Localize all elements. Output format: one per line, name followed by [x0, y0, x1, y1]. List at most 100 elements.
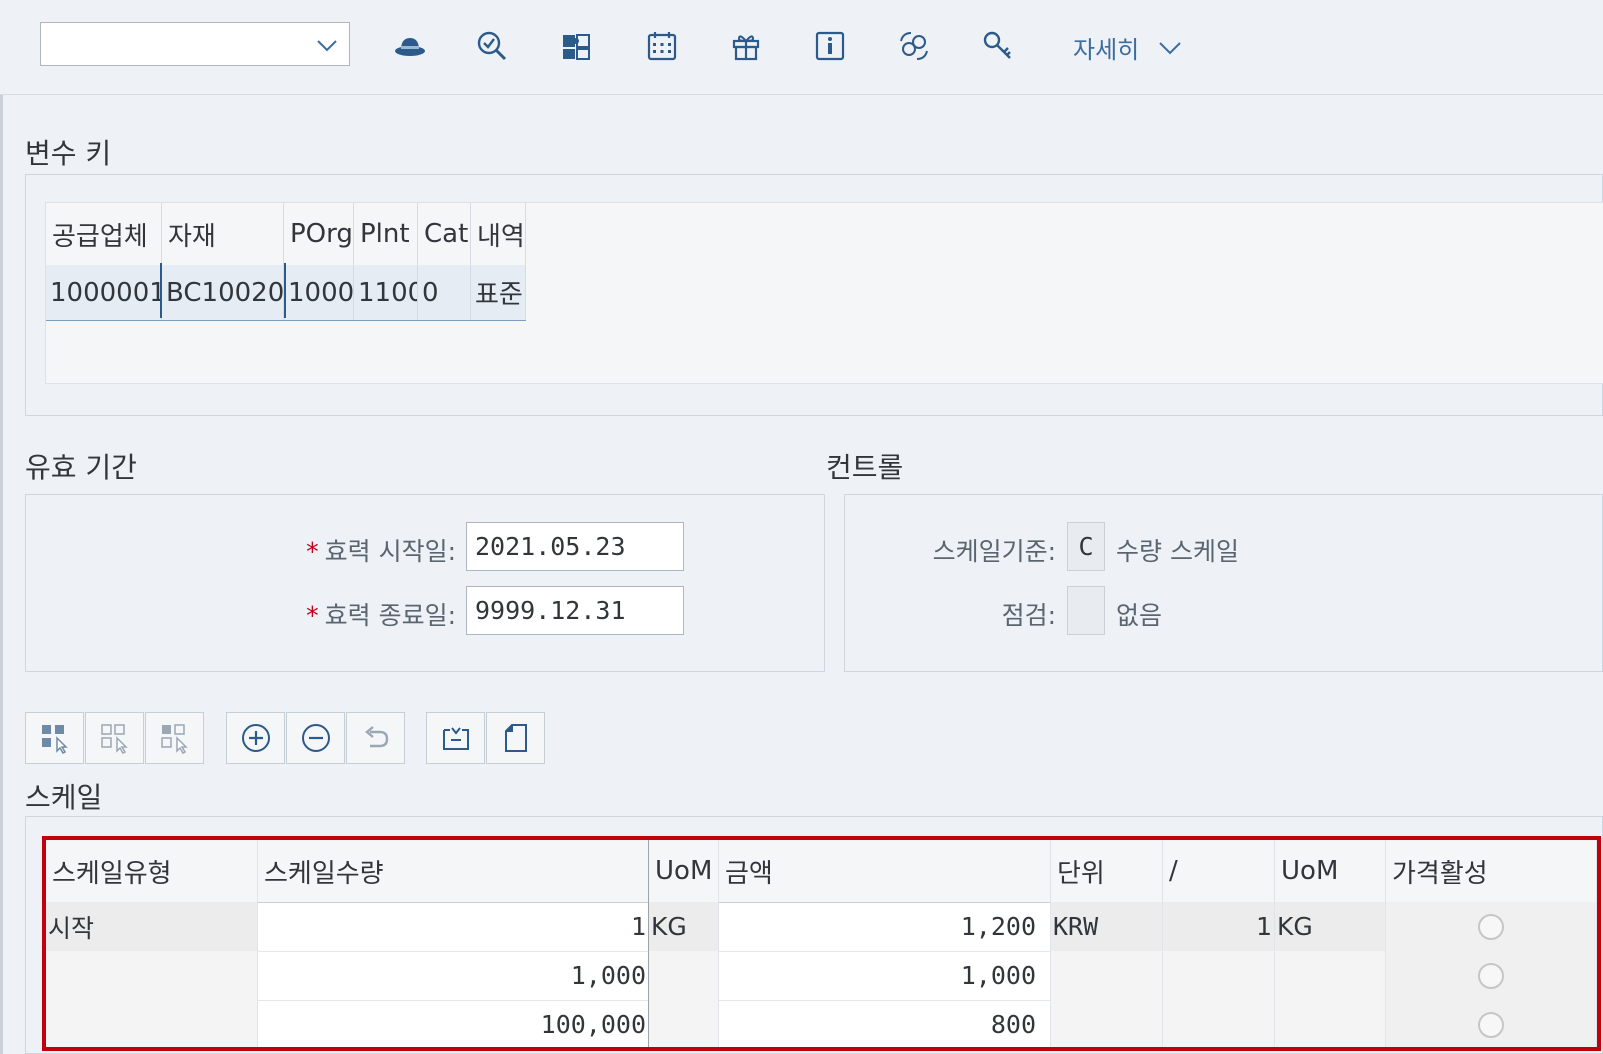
cell-scale-type[interactable]	[46, 1000, 258, 1047]
section-title-variable-key: 변수 키	[25, 137, 112, 170]
cell-scale-qty[interactable]: 100,000	[258, 1000, 649, 1047]
undo-icon	[364, 726, 388, 748]
check-label: 점검:	[1001, 601, 1056, 630]
control-panel	[844, 494, 1603, 672]
cell-per[interactable]: 1	[1163, 902, 1275, 951]
cell-uom[interactable]	[649, 1000, 719, 1047]
cell-description[interactable]: 표준	[471, 265, 526, 320]
select-all-button[interactable]	[25, 712, 84, 764]
column-header[interactable]: /	[1163, 840, 1275, 902]
price-active-radio[interactable]	[1478, 962, 1504, 989]
cell-uom[interactable]: KG	[649, 902, 719, 951]
delete-row-button[interactable]	[286, 712, 345, 764]
cell-vendor[interactable]: 1000001	[46, 265, 162, 320]
toolbar: 자세히	[0, 0, 1603, 95]
column-header[interactable]: Cat	[418, 203, 471, 265]
column-header[interactable]: 자재	[162, 203, 284, 265]
cell-amount[interactable]: 1,200	[719, 902, 1051, 951]
document-button[interactable]	[486, 712, 545, 764]
start-date-label: * 효력 시작일:	[200, 532, 456, 568]
cell-per[interactable]	[1163, 951, 1275, 1000]
info-icon[interactable]	[810, 26, 850, 66]
cell-price-active	[1386, 1000, 1597, 1047]
cell-price-active	[1386, 951, 1597, 1000]
add-row-button[interactable]	[226, 712, 285, 764]
select-block-button[interactable]	[145, 712, 204, 764]
column-header[interactable]: 스케일유형	[46, 840, 258, 902]
table-row[interactable]: 시작 1 KG 1,200 KRW 1 KG	[46, 902, 1597, 952]
cell-scale-qty[interactable]: 1	[258, 902, 649, 951]
select-block-icon	[160, 724, 188, 754]
check-field	[1067, 586, 1105, 635]
column-header[interactable]: Plnt	[354, 203, 418, 265]
gift-icon[interactable]	[726, 26, 766, 66]
required-marker: *	[306, 601, 319, 630]
left-border	[0, 0, 3, 1054]
check-search-icon[interactable]	[472, 26, 512, 66]
price-active-radio[interactable]	[1478, 1011, 1504, 1038]
cell-porg[interactable]: 1000	[284, 265, 354, 320]
section-title-scale: 스케일	[25, 781, 103, 814]
cell-price-active	[1386, 902, 1597, 951]
cell-scale-type[interactable]: 시작	[46, 902, 258, 951]
table-header: 공급업체 자재 POrg Plnt Cat 내역	[46, 203, 526, 266]
column-header[interactable]: 단위	[1051, 840, 1163, 902]
cell-amount[interactable]: 1,000	[719, 951, 1051, 1000]
cell-per[interactable]	[1163, 1000, 1275, 1047]
end-date-label-text: 효력 종료일:	[324, 601, 456, 630]
cell-uom2[interactable]: KG	[1275, 902, 1386, 951]
calendar-icon[interactable]	[642, 26, 682, 66]
table-row[interactable]: 100,000 800	[46, 1000, 1597, 1047]
document-icon	[504, 724, 527, 752]
cell-unit[interactable]	[1051, 951, 1163, 1000]
section-title-control: 컨트롤	[826, 451, 904, 484]
variable-key-table: 공급업체 자재 POrg Plnt Cat 내역 1000001 BC10020…	[45, 202, 1603, 384]
end-date-label: * 효력 종료일:	[200, 596, 456, 632]
start-date-label-text: 효력 시작일:	[324, 537, 456, 566]
cell-unit[interactable]	[1051, 1000, 1163, 1047]
cell-focus-frame	[160, 263, 286, 318]
cell-uom[interactable]	[649, 951, 719, 1000]
cell-uom2[interactable]	[1275, 951, 1386, 1000]
cell-unit[interactable]: KRW	[1051, 902, 1163, 951]
key-icon[interactable]	[978, 26, 1018, 66]
cell-amount[interactable]: 800	[719, 1000, 1051, 1047]
cell-scale-type[interactable]	[46, 951, 258, 1000]
cell-scale-qty[interactable]: 1,000	[258, 951, 649, 1000]
cell-plant[interactable]: 1100	[354, 265, 418, 320]
scale-basis-field: C	[1067, 522, 1105, 571]
start-date-field[interactable]: 2021.05.23	[466, 522, 684, 571]
price-active-radio[interactable]	[1478, 913, 1504, 940]
deselect-all-button[interactable]	[85, 712, 144, 764]
column-header[interactable]: POrg	[284, 203, 354, 265]
cell-category[interactable]: 0	[418, 265, 471, 320]
column-header[interactable]: UoM	[1275, 840, 1386, 902]
variant-dropdown[interactable]	[40, 22, 350, 66]
column-header[interactable]: 가격활성	[1386, 840, 1597, 902]
cell-uom2[interactable]	[1275, 1000, 1386, 1047]
table-row[interactable]: 1000001 BC10020 1000 1100 0 표준	[46, 265, 526, 321]
puzzle-icon[interactable]	[556, 26, 596, 66]
check-text: 없음	[1116, 601, 1163, 630]
select-all-icon	[41, 725, 68, 754]
scale-table: 스케일유형 스케일수량 UoM 금액 단위 / UoM 가격활성 시작 1 KG…	[42, 836, 1601, 1051]
chevron-down-icon	[1159, 41, 1181, 54]
money-cycle-icon[interactable]	[894, 26, 934, 66]
more-menu[interactable]: 자세히	[1073, 30, 1183, 65]
table-row[interactable]: 1,000 1,000	[46, 951, 1597, 1001]
inbox-button[interactable]	[426, 712, 485, 764]
end-date-field[interactable]: 9999.12.31	[466, 586, 684, 635]
hat-icon[interactable]	[390, 26, 430, 66]
chevron-down-icon	[317, 40, 337, 52]
column-header[interactable]: 내역	[471, 203, 526, 265]
undo-button[interactable]	[346, 712, 405, 764]
minus-circle-icon	[301, 724, 330, 752]
column-header[interactable]: 공급업체	[46, 203, 162, 265]
section-title-validity: 유효 기간	[25, 451, 137, 484]
column-header[interactable]: 금액	[719, 840, 1051, 902]
required-marker: *	[306, 537, 319, 566]
column-header[interactable]: 스케일수량	[258, 840, 649, 902]
column-header[interactable]: UoM	[649, 840, 719, 902]
tray-icon	[442, 727, 469, 750]
scale-basis-label: 스케일기준:	[932, 537, 1056, 566]
